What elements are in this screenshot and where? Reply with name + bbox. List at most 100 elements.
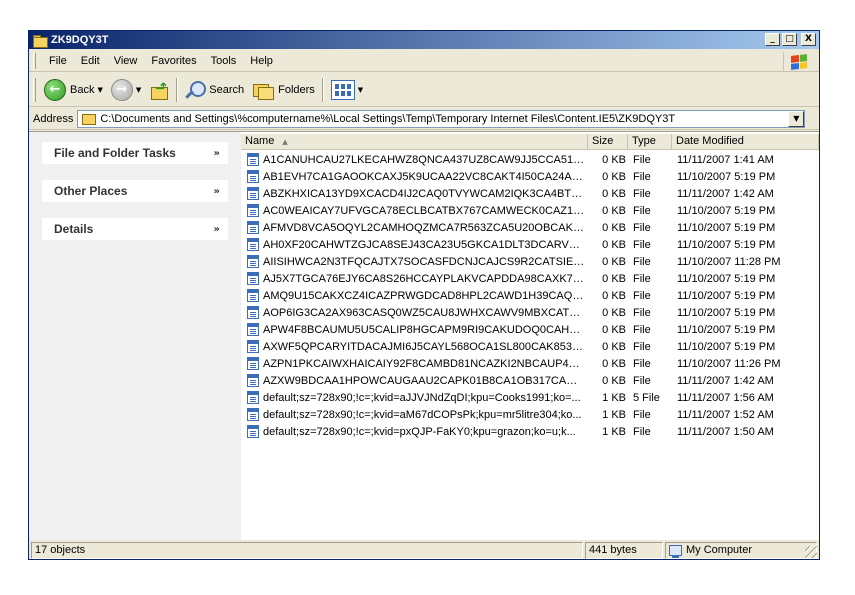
file-type: File bbox=[633, 239, 651, 251]
column-header-date[interactable]: Date Modified bbox=[672, 134, 819, 150]
menu-edit[interactable]: Edit bbox=[74, 53, 107, 69]
file-date: 11/10/2007 5:19 PM bbox=[677, 290, 776, 302]
file-date: 11/10/2007 11:28 PM bbox=[677, 256, 781, 268]
file-size: 0 KB bbox=[602, 222, 626, 234]
file-list[interactable]: Name ▲ Size Type Date Modified A1CANUHCAU… bbox=[241, 132, 819, 540]
address-folder-icon bbox=[82, 113, 97, 125]
address-dropdown-icon[interactable]: ▼ bbox=[788, 110, 805, 127]
maximize-button[interactable]: □ bbox=[782, 33, 797, 46]
file-icon bbox=[247, 340, 259, 353]
file-row[interactable]: AJ5X7TGCA76EJY6CA8S26HCCAYPLAKVCAPDDA98C… bbox=[241, 271, 819, 288]
file-type: File bbox=[633, 171, 651, 183]
file-row[interactable]: AZXW9BDCAA1HPOWCAUGAAU2CAPK01B8CA1OB317C… bbox=[241, 373, 819, 390]
views-button[interactable]: ▼ bbox=[327, 76, 367, 104]
folders-button[interactable]: Folders bbox=[248, 76, 319, 104]
forward-dropdown-icon[interactable]: ▼ bbox=[136, 86, 141, 94]
menu-tools[interactable]: Tools bbox=[204, 53, 244, 69]
file-size: 1 KB bbox=[602, 392, 626, 404]
task-header-label: File and Folder Tasks bbox=[54, 146, 176, 160]
address-path: C:\Documents and Settings\%computername%… bbox=[100, 112, 676, 125]
file-size: 0 KB bbox=[602, 358, 626, 370]
file-date: 11/11/2007 1:52 AM bbox=[677, 409, 774, 421]
file-type: File bbox=[633, 205, 651, 217]
file-name: A1CANUHCAU27LKECAHWZ8QNCA437UZ8CAW9JJ5CC… bbox=[263, 154, 585, 166]
chevron-down-icon[interactable]: » bbox=[214, 148, 220, 159]
file-icon bbox=[247, 170, 259, 183]
file-size: 0 KB bbox=[602, 171, 626, 183]
chevron-down-icon[interactable]: » bbox=[214, 186, 220, 197]
file-size: 0 KB bbox=[602, 188, 626, 200]
file-date: 11/11/2007 1:50 AM bbox=[677, 426, 774, 438]
search-label: Search bbox=[209, 83, 245, 96]
search-button[interactable]: Search bbox=[181, 76, 248, 104]
file-row[interactable]: AZPN1PKCAIWXHAICAIY92F8CAMBD81NCAZKI2NBC… bbox=[241, 356, 819, 373]
close-button[interactable]: X bbox=[801, 33, 816, 46]
windows-flag-icon bbox=[790, 54, 807, 70]
menu-view[interactable]: View bbox=[107, 53, 145, 69]
file-size: 1 KB bbox=[602, 409, 626, 421]
file-icon bbox=[247, 238, 259, 251]
file-row[interactable]: AC0WEAICAY7UFVGCA78ECLBCATBX767CAMWECK0C… bbox=[241, 203, 819, 220]
task-header-label: Other Places bbox=[54, 184, 128, 198]
file-size: 0 KB bbox=[602, 290, 626, 302]
other-places-header[interactable]: Other Places » bbox=[42, 180, 228, 202]
file-row[interactable]: AH0XF20CAHWTZGJCA8SEJ43CA23U5GKCA1DLT3DC… bbox=[241, 237, 819, 254]
forward-button[interactable]: → ▼ bbox=[107, 76, 145, 104]
file-and-folder-tasks-header[interactable]: File and Folder Tasks » bbox=[42, 142, 228, 164]
file-name: AC0WEAICAY7UFVGCA78ECLBCATBX767CAMWECK0C… bbox=[263, 205, 585, 217]
file-row[interactable]: AIISIHWCA2N3TFQCAJTX7SOCASFDCNJCAJCS9R2C… bbox=[241, 254, 819, 271]
file-row[interactable]: ABZKHXICA13YD9XCACD4IJ2CAQ0TVYWCAM2IQK3C… bbox=[241, 186, 819, 203]
file-row[interactable]: AB1EVH7CA1GAOOKCAXJ5K9UCAA22VC8CAKT4I50C… bbox=[241, 169, 819, 186]
menu-file[interactable]: File bbox=[42, 53, 74, 69]
file-name: AIISIHWCA2N3TFQCAJTX7SOCASFDCNJCAJCS9R2C… bbox=[263, 256, 585, 268]
file-type: File bbox=[633, 358, 651, 370]
file-row[interactable]: default;sz=728x90;!c=;kvid=aM67dCOPsPk;k… bbox=[241, 407, 819, 424]
file-icon bbox=[247, 374, 259, 387]
file-row[interactable]: APW4F8BCAUMU5U5CALIP8HGCAPM9RI9CAKUDOQ0C… bbox=[241, 322, 819, 339]
status-zone: My Computer bbox=[665, 542, 817, 559]
file-icon bbox=[247, 153, 259, 166]
menu-favorites[interactable]: Favorites bbox=[144, 53, 203, 69]
file-row[interactable]: A1CANUHCAU27LKECAHWZ8QNCA437UZ8CAW9JJ5CC… bbox=[241, 152, 819, 169]
file-name: AZPN1PKCAIWXHAICAIY92F8CAMBD81NCAZKI2NBC… bbox=[263, 358, 585, 370]
chevron-down-icon[interactable]: » bbox=[214, 224, 220, 235]
details-header[interactable]: Details » bbox=[42, 218, 228, 240]
folders-label: Folders bbox=[278, 83, 315, 96]
folders-icon bbox=[252, 81, 275, 100]
search-icon bbox=[185, 80, 207, 100]
file-row[interactable]: default;sz=728x90;!c=;kvid=pxQJP-FaKY0;k… bbox=[241, 424, 819, 441]
file-icon bbox=[247, 357, 259, 370]
file-row[interactable]: default;sz=728x90;!c=;kvid=aJJVJNdZqDI;k… bbox=[241, 390, 819, 407]
file-size: 0 KB bbox=[602, 154, 626, 166]
file-icon bbox=[247, 306, 259, 319]
file-row[interactable]: AOP6IG3CA2AX963CASQ0WZ5CAU8JWHXCAWV9MBXC… bbox=[241, 305, 819, 322]
file-size: 0 KB bbox=[602, 341, 626, 353]
views-dropdown-icon[interactable]: ▼ bbox=[358, 86, 363, 94]
file-size: 0 KB bbox=[602, 273, 626, 285]
file-row[interactable]: AXWF5QPCARYITDACAJMI6J5CAYL568OCA1SL800C… bbox=[241, 339, 819, 356]
title-bar[interactable]: ZK9DQY3T _ □ X bbox=[29, 31, 819, 49]
file-row[interactable]: AMQ9U15CAKXCZ4ICAZPRWGDCAD8HPL2CAWD1H39C… bbox=[241, 288, 819, 305]
resize-grip[interactable] bbox=[805, 546, 817, 558]
column-header-name[interactable]: Name ▲ bbox=[241, 134, 588, 150]
file-date: 11/10/2007 5:19 PM bbox=[677, 273, 776, 285]
menu-grip[interactable] bbox=[33, 52, 36, 69]
folder-up-icon bbox=[149, 80, 169, 100]
column-header-size[interactable]: Size bbox=[588, 134, 628, 150]
address-input[interactable]: C:\Documents and Settings\%computername%… bbox=[77, 109, 806, 128]
menu-help[interactable]: Help bbox=[243, 53, 280, 69]
file-icon bbox=[247, 255, 259, 268]
file-row[interactable]: AFMVD8VCA5OQYL2CAMHOQZMCA7R563ZCA5U20OBC… bbox=[241, 220, 819, 237]
file-date: 11/11/2007 1:41 AM bbox=[677, 154, 774, 166]
column-size-label: Size bbox=[592, 135, 614, 147]
minimize-button[interactable]: _ bbox=[765, 33, 780, 46]
toolbar-grip[interactable] bbox=[33, 77, 36, 102]
file-date: 11/10/2007 5:19 PM bbox=[677, 307, 776, 319]
back-button[interactable]: ← Back ▼ bbox=[40, 76, 107, 104]
column-header-type[interactable]: Type bbox=[628, 134, 672, 150]
file-type: File bbox=[633, 426, 651, 438]
file-date: 11/11/2007 1:42 AM bbox=[677, 375, 774, 387]
file-size: 0 KB bbox=[602, 205, 626, 217]
back-dropdown-icon[interactable]: ▼ bbox=[97, 86, 102, 94]
up-button[interactable] bbox=[145, 76, 173, 104]
